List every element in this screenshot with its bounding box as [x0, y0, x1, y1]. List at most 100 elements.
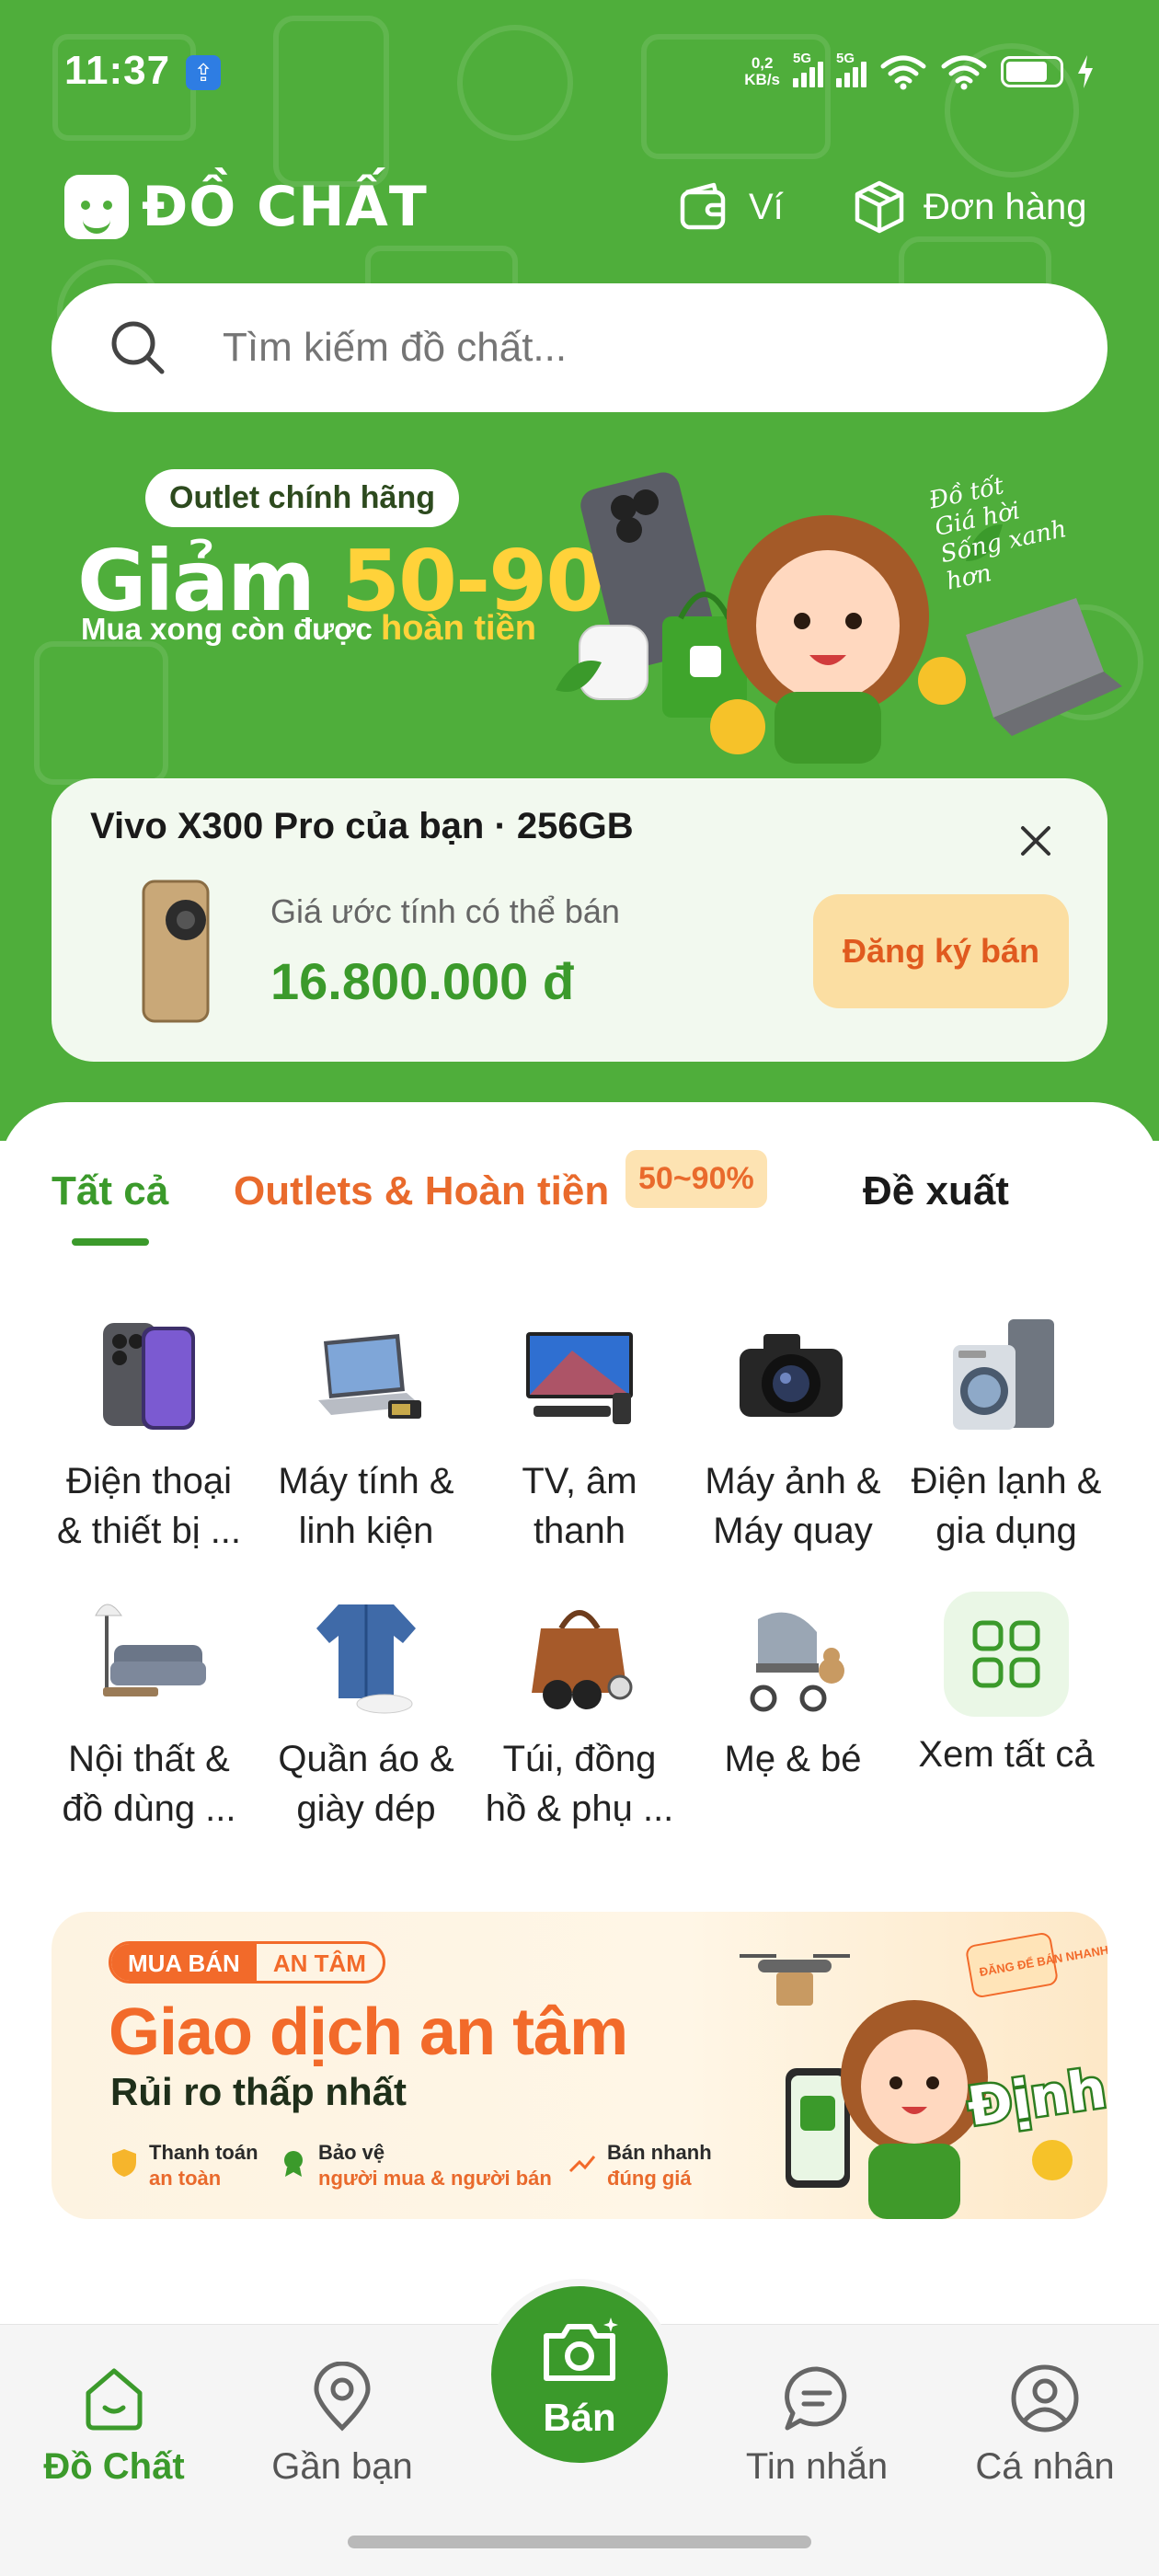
- brand-logo[interactable]: ĐỒ CHẤT: [64, 167, 428, 247]
- register-sell-button[interactable]: Đăng ký bán: [813, 894, 1069, 1008]
- wifi-icon: [941, 55, 987, 90]
- sofa-icon: [95, 1604, 206, 1696]
- status-time: 11:37: [64, 48, 171, 93]
- location-pin-icon: [314, 2362, 371, 2432]
- category-clothing[interactable]: Quần áo & giày dép: [259, 1592, 473, 1834]
- category-mother-baby[interactable]: Mẹ & bé: [686, 1592, 900, 1784]
- category-cameras[interactable]: Máy ảnh & Máy quay: [686, 1314, 900, 1556]
- feature-title: Bán nhanh: [607, 2141, 712, 2164]
- phone-thumbnail: [142, 880, 210, 1023]
- category-label-line: Điện thoại: [65, 1461, 233, 1501]
- category-furniture[interactable]: Nội thất & đồ dùng ...: [42, 1592, 256, 1834]
- search-input[interactable]: [223, 325, 1050, 371]
- wallet-icon: [680, 182, 726, 230]
- signal-icon: 5G: [793, 51, 823, 87]
- category-label: Quần áo & giày dép: [259, 1734, 473, 1834]
- category-phones[interactable]: Điện thoại & thiết bị ...: [42, 1314, 256, 1556]
- sell-estimate-card[interactable]: Vivo X300 Pro của bạn · 256GB Giá ước tí…: [52, 778, 1107, 1062]
- safe-tag-left: MUA BÁN: [111, 1944, 257, 1981]
- badge-icon: [284, 2151, 303, 2177]
- nav-messages[interactable]: Tin nhắn: [716, 2362, 918, 2488]
- camera-icon: [544, 2317, 618, 2381]
- laptop-illustration: [966, 598, 1122, 736]
- feature-fast-sell: Bán nhanh đúng giá: [567, 2140, 712, 2191]
- search-bar[interactable]: [52, 283, 1107, 412]
- category-label-line: & thiết bị ...: [56, 1511, 242, 1551]
- nav-label: Đồ Chất: [43, 2446, 185, 2487]
- box-icon: [855, 180, 904, 234]
- category-label-line: Máy ảnh &: [705, 1461, 881, 1501]
- charging-icon: [1078, 55, 1093, 88]
- category-label-line: Máy quay: [713, 1511, 873, 1551]
- nav-profile[interactable]: Cá nhân: [944, 2362, 1146, 2488]
- network-speed: 0,2 KB/s: [744, 55, 780, 88]
- promo-subline-prefix: Mua xong còn được: [81, 612, 382, 646]
- phone-illustration: [786, 2068, 850, 2188]
- feature-sub: đúng giá: [607, 2167, 692, 2190]
- search-icon: [111, 321, 165, 374]
- close-icon[interactable]: [1016, 821, 1056, 861]
- estimated-price: 16.800.000 đ: [270, 952, 575, 1010]
- wallet-button[interactable]: Ví: [677, 175, 784, 239]
- network-speed-value: 0,2: [751, 54, 774, 72]
- sticker-badge: ĐĂNG ĐỂ BÁN NHANH!: [966, 1933, 1107, 1997]
- category-tv-audio[interactable]: TV, âm thanh: [473, 1314, 686, 1556]
- drone-illustration: [740, 1954, 850, 2006]
- feature-protection: Bảo vệ người mua & người bán: [278, 2140, 552, 2191]
- category-label-line: đồ dùng ...: [62, 1788, 236, 1829]
- nav-sell-button[interactable]: Bán: [484, 2279, 675, 2470]
- feature-sub: người mua & người bán: [318, 2167, 552, 2190]
- coin-illustration: [1032, 2140, 1073, 2180]
- category-label-line: Quần áo &: [278, 1739, 454, 1779]
- user-icon: [1011, 2364, 1079, 2432]
- category-label: Nội thất & đồ dùng ...: [42, 1734, 256, 1834]
- orders-button[interactable]: Đơn hàng: [852, 175, 1086, 239]
- chat-icon: [785, 2366, 847, 2431]
- category-label-line: gia dụng: [935, 1511, 1077, 1551]
- category-label-line: Xem tất cả: [918, 1734, 1095, 1775]
- tab-suggested[interactable]: Đề xuất: [863, 1168, 1009, 1214]
- jacket-icon: [316, 1604, 416, 1714]
- category-bags-watches[interactable]: Túi, đồng hồ & phụ ...: [473, 1592, 686, 1834]
- safe-trade-title: Giao dịch an tâm: [109, 1995, 628, 2069]
- category-label: Túi, đồng hồ & phụ ...: [473, 1734, 686, 1834]
- sell-card-title: Vivo X300 Pro của bạn · 256GB: [90, 806, 634, 846]
- nav-label: Cá nhân: [975, 2446, 1115, 2487]
- nav-label: Gần bạn: [271, 2446, 413, 2487]
- promo-subline-highlight: hoàn tiền: [381, 609, 536, 648]
- nav-nearby[interactable]: Gần bạn: [241, 2362, 443, 2488]
- outlet-discount-badge: 50~90%: [625, 1150, 767, 1208]
- mascot-girl-illustration: [841, 2000, 988, 2219]
- category-computers[interactable]: Máy tính & linh kiện: [259, 1314, 473, 1556]
- category-label: Máy tính & linh kiện: [259, 1456, 473, 1556]
- wallet-label: Ví: [749, 186, 784, 227]
- feature-title: Bảo vệ: [318, 2141, 385, 2164]
- tab-all[interactable]: Tất cả: [52, 1168, 168, 1246]
- tv-icon: [526, 1332, 633, 1424]
- category-label-line: Nội thất &: [68, 1739, 230, 1779]
- handbag-icon: [532, 1610, 633, 1709]
- nav-home[interactable]: Đồ Chất: [13, 2362, 215, 2488]
- network-speed-unit: KB/s: [744, 71, 780, 88]
- nav-label: Bán: [543, 2396, 616, 2439]
- tab-outlets[interactable]: Outlets & Hoàn tiền: [234, 1168, 609, 1214]
- category-label: Điện thoại & thiết bị ...: [42, 1456, 256, 1556]
- category-label-line: thanh: [533, 1511, 626, 1551]
- orders-label: Đơn hàng: [924, 186, 1087, 227]
- home-icon: [86, 2368, 143, 2431]
- valuation-text: Định giá: [964, 2041, 1107, 2138]
- category-label-line: Mẹ & bé: [724, 1739, 862, 1779]
- usb-icon: ⇪: [186, 55, 221, 90]
- home-indicator[interactable]: [348, 2536, 811, 2548]
- status-bar: 11:37 ⇪ 0,2 KB/s 5G 5G: [64, 48, 1095, 94]
- safe-trade-tag: MUA BÁN AN TÂM: [109, 1941, 385, 1984]
- signal-label: 5G: [836, 51, 855, 66]
- promo-banner[interactable]: Outlet chính hãng Giảm 50-90% Mua xong c…: [55, 451, 1122, 764]
- safe-trade-banner[interactable]: MUA BÁN AN TÂM Giao dịch an tâm Rủi ro t…: [52, 1912, 1107, 2219]
- safe-tag-right: AN TÂM: [272, 1949, 366, 1977]
- category-label-line: linh kiện: [298, 1511, 434, 1551]
- category-label-line: Máy tính &: [278, 1461, 454, 1501]
- stroller-icon: [750, 1612, 844, 1712]
- category-appliances[interactable]: Điện lạnh & gia dụng: [900, 1314, 1113, 1556]
- view-all-categories[interactable]: Xem tất cả: [900, 1592, 1113, 1779]
